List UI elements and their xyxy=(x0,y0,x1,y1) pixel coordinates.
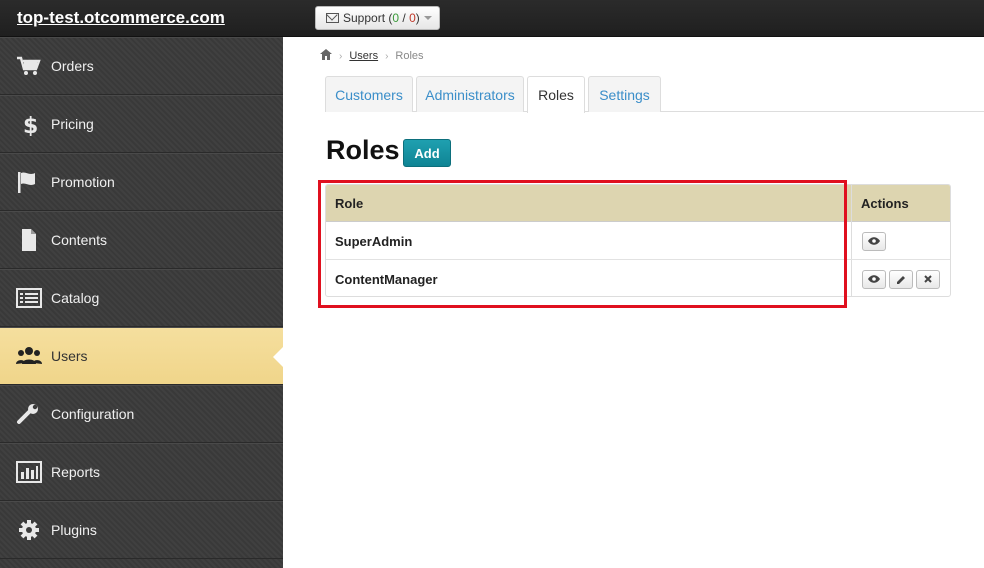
flag-icon xyxy=(16,170,42,194)
svg-text:$: $ xyxy=(23,114,38,136)
tab-settings[interactable]: Settings xyxy=(588,76,661,112)
view-button[interactable] xyxy=(862,269,886,289)
gear-icon xyxy=(16,518,42,542)
close-icon xyxy=(924,275,932,283)
page-title: Roles xyxy=(326,135,400,165)
sidebar-item-label: Configuration xyxy=(51,406,135,422)
edit-button[interactable] xyxy=(889,269,913,289)
breadcrumb-separator: › xyxy=(339,50,343,62)
bar-chart-icon xyxy=(16,460,42,484)
role-name: ContentManager xyxy=(335,271,438,287)
breadcrumb-current: Roles xyxy=(395,50,424,62)
envelope-icon xyxy=(326,13,339,23)
row-actions xyxy=(862,260,940,296)
sidebar-item-label: Orders xyxy=(51,58,94,74)
file-icon xyxy=(16,228,42,252)
support-open-count: 0 xyxy=(392,11,400,25)
support-closed-count: 0 xyxy=(409,11,416,25)
breadcrumb: › Users › Roles xyxy=(320,49,424,63)
wrench-icon xyxy=(16,402,42,426)
table-row: ContentManager xyxy=(326,260,950,296)
support-button[interactable]: Support (0 / 0) xyxy=(315,6,440,30)
sidebar-item-catalog[interactable]: Catalog xyxy=(0,269,283,327)
tab-administrators[interactable]: Administrators xyxy=(416,76,524,112)
role-name: SuperAdmin xyxy=(335,233,413,249)
sidebar-item-label: Users xyxy=(51,348,88,364)
breadcrumb-users-link[interactable]: Users xyxy=(349,50,378,62)
pencil-icon xyxy=(897,276,905,284)
sidebar-item-contents[interactable]: Contents xyxy=(0,211,283,269)
main-content: › Users › Roles Customers Administrators… xyxy=(283,37,984,568)
tab-bar: Customers Administrators Roles Settings xyxy=(325,76,984,113)
cart-icon xyxy=(16,54,42,78)
sidebar-item-users[interactable]: Users xyxy=(0,327,283,385)
sidebar-item-label: Contents xyxy=(51,232,108,248)
sidebar-item-orders[interactable]: Orders xyxy=(0,37,283,95)
row-actions xyxy=(862,222,886,260)
sidebar-item-reports[interactable]: Reports xyxy=(0,443,283,501)
table-header: Role Actions xyxy=(326,185,950,222)
delete-button[interactable] xyxy=(916,269,940,289)
home-icon[interactable] xyxy=(320,49,332,63)
eye-icon xyxy=(868,275,880,283)
sidebar-item-label: Plugins xyxy=(51,522,97,538)
sidebar-item-label: Reports xyxy=(51,464,101,480)
column-header-actions: Actions xyxy=(861,196,909,211)
sidebar: Orders $ Pricing Promotion Contents Cata… xyxy=(0,37,283,568)
breadcrumb-separator: › xyxy=(385,50,389,62)
eye-icon xyxy=(868,237,880,245)
tab-customers[interactable]: Customers xyxy=(325,76,413,112)
sidebar-item-label: Promotion xyxy=(51,174,115,190)
sidebar-item-label: Pricing xyxy=(51,116,94,132)
list-icon xyxy=(16,286,42,310)
chevron-down-icon xyxy=(423,16,432,20)
site-title-link[interactable]: top-test.otcommerce.com xyxy=(17,8,225,28)
roles-table: Role Actions SuperAdmin ContentManager xyxy=(325,184,951,297)
top-bar: top-test.otcommerce.com Support (0 / 0) xyxy=(0,0,984,37)
add-role-button[interactable]: Add xyxy=(403,139,451,167)
dollar-icon: $ xyxy=(16,112,42,136)
tab-roles[interactable]: Roles xyxy=(527,76,585,113)
sidebar-item-configuration[interactable]: Configuration xyxy=(0,385,283,443)
sidebar-item-label: Catalog xyxy=(51,290,100,306)
table-row: SuperAdmin xyxy=(326,222,950,260)
sidebar-item-plugins[interactable]: Plugins xyxy=(0,501,283,559)
users-icon xyxy=(16,344,42,368)
column-header-role: Role xyxy=(335,196,364,211)
sidebar-item-pricing[interactable]: $ Pricing xyxy=(0,95,283,153)
view-button[interactable] xyxy=(862,231,886,251)
sidebar-item-promotion[interactable]: Promotion xyxy=(0,153,283,211)
support-label: Support xyxy=(343,11,386,25)
